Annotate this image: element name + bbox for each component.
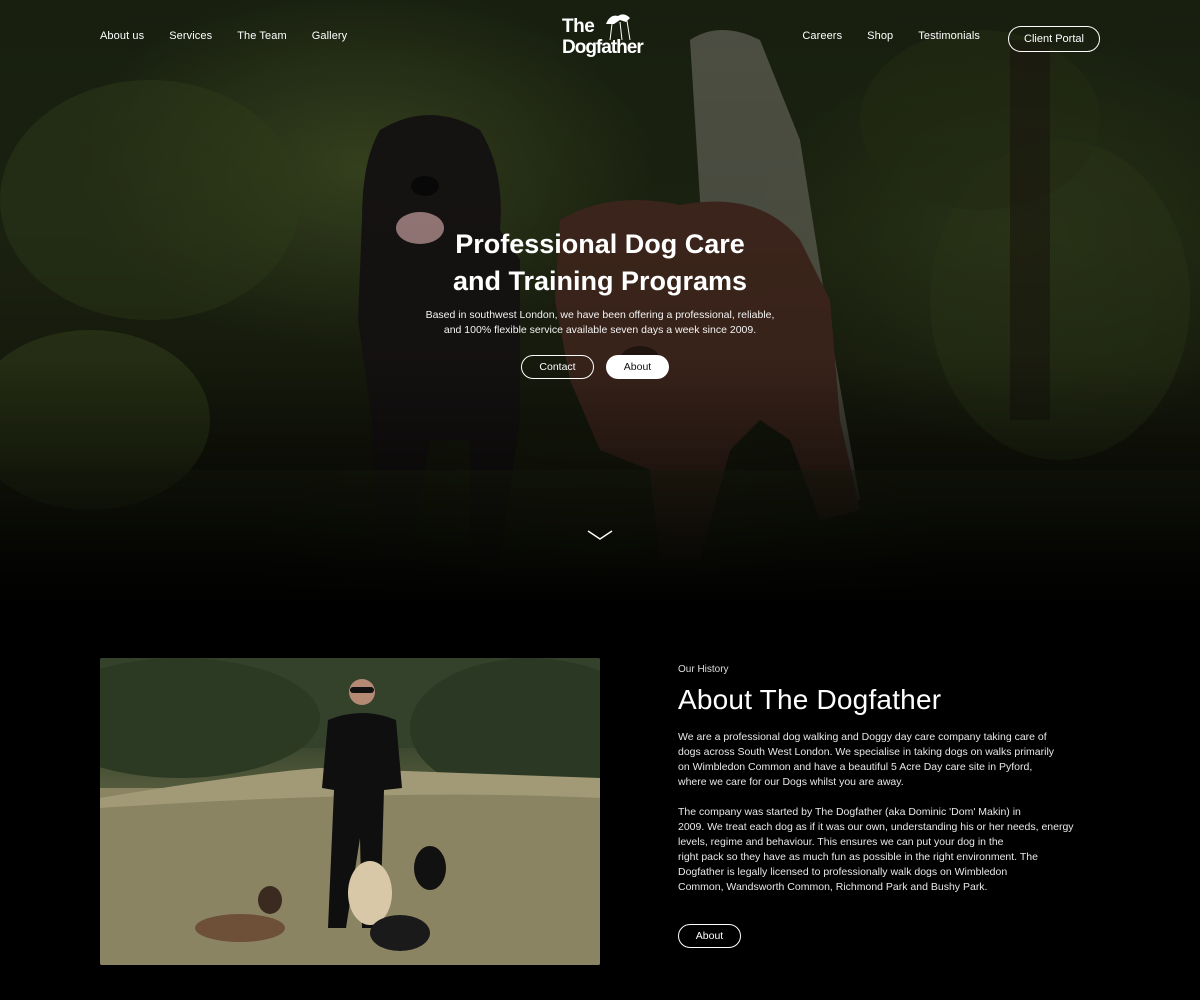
about-p2-line: levels, regime and behaviour. This ensur…	[678, 836, 1004, 848]
hero-subtitle-line-2: and 100% flexible service available seve…	[443, 324, 757, 336]
hero-subtitle: Based in southwest London, we have been …	[390, 308, 810, 338]
nav-right-group: Careers Shop Testimonials	[777, 30, 980, 42]
about-paragraph-1: We are a professional dog walking and Do…	[678, 730, 1103, 790]
nav-link-shop[interactable]: Shop	[867, 30, 893, 42]
hero-section	[0, 0, 1200, 600]
hero-about-button[interactable]: About	[606, 355, 669, 379]
about-title: About The Dogfather	[678, 684, 942, 715]
about-photo-image	[100, 658, 600, 965]
nav-link-about-us[interactable]: About us	[100, 30, 144, 42]
about-p2-line: The company was started by The Dogfather…	[678, 806, 1021, 818]
hero-overlay	[0, 0, 1200, 600]
top-navigation: About us Services The Team Gallery The D…	[0, 0, 1200, 80]
logo-line-1: The	[562, 16, 595, 37]
about-p1-line: We are a professional dog walking and Do…	[678, 731, 1047, 743]
about-p1-line: dogs across South West London. We specia…	[678, 746, 1055, 758]
about-p1-line: on Wimbledon Common and have a beautiful…	[678, 761, 1033, 773]
puppet-hand-icon	[606, 14, 631, 40]
nav-left-group: About us Services The Team Gallery	[100, 30, 372, 42]
about-p2-line: 2009. We treat each dog as if it was our…	[678, 821, 1074, 833]
hero-title-line-2: and Training Programs	[452, 266, 748, 296]
hero-title: Professional Dog Care and Training Progr…	[300, 226, 900, 300]
about-section-button[interactable]: About	[678, 924, 741, 948]
about-p2-line: Common, Wandsworth Common, Richmond Park…	[678, 881, 988, 893]
client-portal-button[interactable]: Client Portal	[1008, 26, 1100, 52]
nav-link-the-team[interactable]: The Team	[237, 30, 287, 42]
hero-subtitle-line-1: Based in southwest London, we have been …	[425, 309, 775, 321]
nav-link-services[interactable]: Services	[169, 30, 212, 42]
about-p2-line: right pack so they have as much fun as p…	[678, 851, 1038, 863]
nav-link-testimonials[interactable]: Testimonials	[918, 30, 980, 42]
site-logo[interactable]: The Dogfather	[560, 10, 644, 66]
logo-line-2: Dogfather	[562, 37, 644, 58]
nav-link-gallery[interactable]: Gallery	[312, 30, 348, 42]
about-paragraph-2: The company was started by The Dogfather…	[678, 805, 1103, 895]
hero-title-line-1: Professional Dog Care	[455, 229, 745, 259]
nav-link-careers[interactable]: Careers	[802, 30, 842, 42]
about-eyebrow: Our History	[678, 664, 729, 675]
about-photo	[100, 658, 600, 965]
about-p2-line: Dogfather is legally licensed to profess…	[678, 866, 1008, 878]
about-p1-line: where we care for our Dogs whilst you ar…	[678, 776, 904, 788]
chevron-down-icon[interactable]	[586, 528, 614, 542]
contact-button[interactable]: Contact	[521, 355, 594, 379]
